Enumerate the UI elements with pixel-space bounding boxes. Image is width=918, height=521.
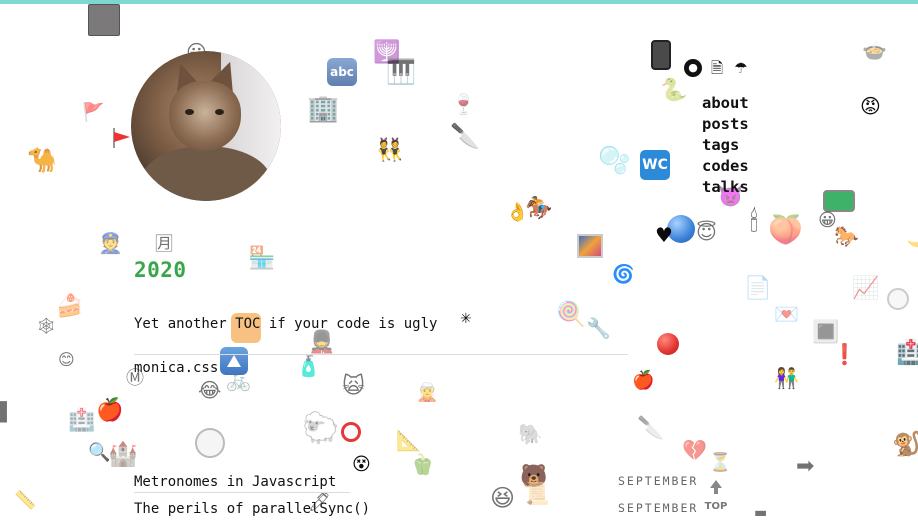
post-link[interactable]: Metronomes in Javascript xyxy=(134,474,336,490)
love-letter-icon: 💌 xyxy=(774,302,799,326)
arrow-up-icon xyxy=(710,480,722,488)
main-nav: about posts tags codes talks xyxy=(702,93,749,198)
guard-icon: 💂 xyxy=(308,330,336,355)
bar-icon: ▬ xyxy=(754,505,768,521)
nav-link-codes[interactable]: codes xyxy=(702,156,749,177)
scroll-icon: 📜 xyxy=(522,482,550,507)
wc-icon: WC xyxy=(640,150,670,180)
snake-icon: 🐍 xyxy=(660,78,688,103)
divider xyxy=(134,354,628,355)
top-accent-bar xyxy=(0,0,918,4)
avatar xyxy=(131,51,281,201)
red-ring-icon xyxy=(341,422,361,442)
cake-icon: 🍰 xyxy=(56,294,84,319)
spellcheck-icon: abc xyxy=(327,58,357,86)
bubbles-icon: 🫧 xyxy=(598,146,631,176)
arrow-right-icon: ➡ xyxy=(796,454,815,479)
cat-face-icon: 🙀 xyxy=(342,374,365,399)
store-icon: 🏪 xyxy=(248,246,276,271)
monkey-icon: 🐒 xyxy=(892,430,918,458)
cyclone-icon: 🌀 xyxy=(612,264,635,285)
post-link[interactable]: The perils of parallelSync() xyxy=(134,501,370,517)
red-apple-icon: 🍎 xyxy=(632,370,655,391)
post-link[interactable]: Yet another TOC if your code is ugly xyxy=(134,316,437,332)
umbrella-icon[interactable]: ☂ xyxy=(732,59,750,77)
post-link[interactable]: monica.css xyxy=(134,360,218,376)
nav-link-talks[interactable]: talks xyxy=(702,177,749,198)
bottle-icon: 🧴 xyxy=(296,354,321,378)
knife-icon: 🔪 xyxy=(450,122,480,150)
flag-icon: 🚩 xyxy=(82,102,105,123)
hospital-icon: 🏥 xyxy=(68,408,96,433)
social-icons: ● 🗎 ☂ xyxy=(684,59,750,77)
laugh-icon: 😆 xyxy=(490,484,516,512)
lollipop-icon: 🍭 xyxy=(556,300,586,328)
clock-small-icon xyxy=(887,288,909,310)
smirk-icon: 😂 xyxy=(198,378,222,402)
tv-icon xyxy=(823,190,855,212)
exclamation-icon: ❗ xyxy=(832,342,857,366)
github-icon[interactable]: ● xyxy=(684,59,702,77)
scalpel-icon: 🔪 xyxy=(637,416,665,441)
sheep-icon: 🐑 xyxy=(302,411,340,446)
blank-square-icon xyxy=(88,4,120,36)
heart-icon: ♥ xyxy=(655,223,673,247)
nav-link-posts[interactable]: posts xyxy=(702,114,749,135)
red-button-icon xyxy=(657,333,679,355)
watch-icon xyxy=(651,40,671,70)
hourglass-icon: ⏳ xyxy=(709,452,732,473)
police-icon: 👮 xyxy=(98,231,123,255)
office-building-icon: 🏢 xyxy=(307,94,340,124)
pot-icon: 🍲 xyxy=(862,38,887,62)
post-month: SEPTEMBER xyxy=(618,474,699,488)
triangle-ruler-icon: 📐 xyxy=(396,428,421,452)
angel-icon: 😇 xyxy=(696,220,717,244)
clock-icon xyxy=(195,428,225,458)
moon-icon: 🌙 xyxy=(906,226,918,248)
smiley-icon: 😊 xyxy=(58,350,75,369)
hand-icon: 👌 xyxy=(506,202,529,223)
dizzy-face-icon: 😵 xyxy=(352,454,371,475)
back-to-top-label: TOP xyxy=(704,501,728,512)
pepper-icon: 🫑 xyxy=(410,452,435,476)
nav-link-about[interactable]: about xyxy=(702,93,749,114)
nav-link-tags[interactable]: tags xyxy=(702,135,749,156)
divider xyxy=(134,492,350,493)
bicycle-icon: 🚲 xyxy=(226,368,251,392)
photo-icon xyxy=(577,234,603,258)
piano-icon: 🎹 xyxy=(386,58,416,86)
red-flag-icon xyxy=(114,132,130,142)
post-month: SEPTEMBER xyxy=(618,501,699,515)
elephant-icon: 🐘 xyxy=(518,422,543,446)
spider-web-icon: 🕸 xyxy=(36,316,57,335)
castle-icon: 🏰 xyxy=(108,440,138,468)
hammer-icon: 🔧 xyxy=(586,316,611,340)
face-icon: 😀 xyxy=(818,210,837,231)
apple-icon: 🍎 xyxy=(96,398,124,423)
people-icon: 👯 xyxy=(376,138,404,163)
year-heading: 2020 xyxy=(134,258,187,282)
hotel-icon: 🏥 xyxy=(896,338,918,366)
horse-racing-icon: 🏇 xyxy=(525,196,553,221)
edge-icon: ▌ xyxy=(0,402,14,423)
back-to-top-button[interactable]: TOP xyxy=(704,480,728,513)
horse-icon: 🐎 xyxy=(834,224,859,248)
chinese-character-icon: 🈷 xyxy=(155,234,173,255)
ruler-icon: 📏 xyxy=(14,490,37,511)
grid-icon: 🔳 xyxy=(812,320,840,345)
diagonal-icon: 📈 xyxy=(852,276,880,301)
wine-icon: 🍷 xyxy=(451,92,476,116)
document-icon: 📄 xyxy=(744,276,772,301)
file-icon[interactable]: 🗎 xyxy=(708,59,726,77)
peach-icon: 🍑 xyxy=(768,213,803,246)
camel-icon: 🐪 xyxy=(27,146,57,174)
couple-icon: 👫 xyxy=(774,366,799,390)
angry-face-icon: 😡 xyxy=(860,94,881,118)
broken-heart-icon: 💔 xyxy=(682,438,707,462)
candle-icon: 🕯 xyxy=(750,205,758,238)
elf-icon: 🧝 xyxy=(416,382,439,403)
sparkle-icon: ✳ xyxy=(460,311,472,327)
